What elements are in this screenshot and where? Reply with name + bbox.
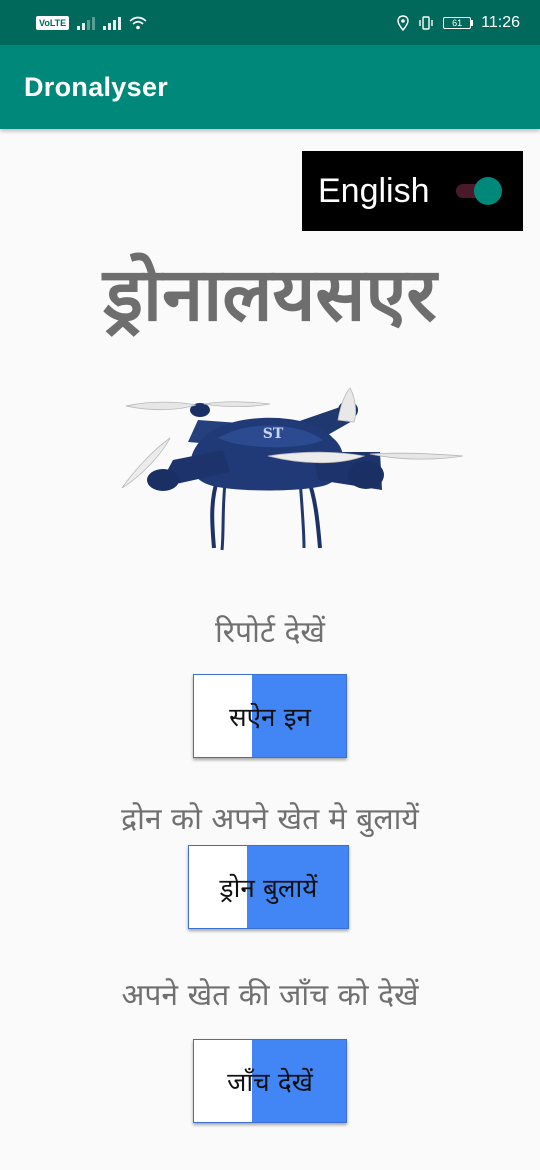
- status-right: 61 11:26: [397, 14, 520, 32]
- signal-icon: [103, 16, 122, 30]
- view-field-check-label: अपने खेत की जाँच को देखें: [121, 978, 419, 1013]
- status-left: VoLTE: [36, 15, 147, 30]
- page-title: ड्रोनालयसएर: [103, 252, 437, 338]
- app-bar: Dronalyser: [0, 45, 540, 129]
- signal-icon: [77, 16, 96, 30]
- vibrate-icon: [419, 15, 433, 30]
- location-icon: [397, 14, 409, 31]
- language-label: English: [318, 171, 430, 210]
- call-drone-button[interactable]: ड्रोन बुलायें: [188, 845, 349, 929]
- call-drone-label: द्रोन को अपने खेत मे बुलायें: [121, 802, 419, 837]
- language-toggle[interactable]: English: [302, 151, 523, 231]
- status-time: 11:26: [481, 13, 520, 31]
- switch-thumb: [474, 177, 502, 205]
- svg-text:ST: ST: [263, 426, 284, 442]
- volte-badge: VoLTE: [36, 15, 70, 30]
- battery-icon: 61: [443, 16, 474, 29]
- battery-level: 61: [443, 16, 472, 29]
- wifi-icon: [129, 16, 147, 29]
- drone-image: ST: [121, 387, 464, 551]
- view-report-label: रिपोर्ट देखें: [215, 615, 325, 650]
- sign-in-button[interactable]: सऐन इन: [193, 674, 347, 758]
- language-switch[interactable]: [454, 177, 504, 205]
- view-check-button[interactable]: जाँच देखें: [193, 1039, 347, 1123]
- app-title: Dronalyser: [24, 71, 169, 102]
- status-bar: VoLTE 61 11:26: [0, 0, 540, 45]
